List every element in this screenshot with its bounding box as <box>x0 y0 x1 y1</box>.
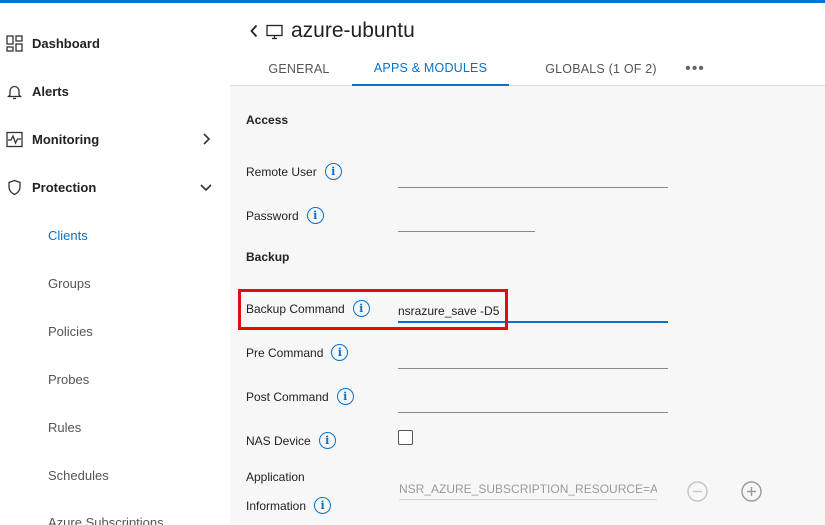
computer-icon <box>265 23 283 41</box>
info-icon[interactable]: i <box>318 432 336 449</box>
sidebar: Dashboard Alerts Monitoring Protection C… <box>0 3 230 525</box>
sidebar-subitem-rules[interactable]: Rules <box>0 407 230 447</box>
sidebar-item-label: Protection <box>32 179 97 195</box>
nas-device-label-text: NAS Device <box>246 433 311 448</box>
chevron-right-icon[interactable] <box>199 132 213 146</box>
pre-command-label-text: Pre Command <box>246 345 324 360</box>
sidebar-item-alerts[interactable]: Alerts <box>0 71 230 111</box>
add-entry-button[interactable] <box>741 481 762 502</box>
sidebar-subitem-label: Azure Subscriptions <box>48 514 164 525</box>
sidebar-subitem-groups[interactable]: Groups <box>0 263 230 303</box>
page-header: azure-ubuntu GENERAL APPS & MODULES GLOB… <box>230 3 825 86</box>
tab-label: APPS & MODULES <box>373 60 488 75</box>
remote-user-label: Remote User i <box>246 163 342 180</box>
application-information-field[interactable] <box>399 478 657 500</box>
sidebar-subitem-label: Policies <box>48 323 93 339</box>
sidebar-item-label: Dashboard <box>32 35 100 51</box>
main-panel: azure-ubuntu GENERAL APPS & MODULES GLOB… <box>230 3 825 525</box>
backup-command-highlight-box <box>238 289 508 330</box>
section-access-heading: Access <box>246 113 289 127</box>
nas-device-label: NAS Device i <box>246 432 336 449</box>
sidebar-subitem-label: Schedules <box>48 467 109 483</box>
post-command-field[interactable] <box>398 391 668 413</box>
tab-apps-modules[interactable]: APPS & MODULES <box>352 51 509 86</box>
info-icon[interactable]: i <box>306 207 324 224</box>
sidebar-subitem-label: Rules <box>48 419 82 435</box>
post-command-label-text: Post Command <box>246 389 329 404</box>
password-label-text: Password <box>246 208 299 223</box>
more-icon: ••• <box>685 59 705 77</box>
remote-user-label-text: Remote User <box>246 164 317 179</box>
tab-label: GLOBALS (1 OF 2) <box>545 61 657 76</box>
section-backup-heading: Backup <box>246 250 290 264</box>
sidebar-item-dashboard[interactable]: Dashboard <box>0 23 230 63</box>
activity-icon <box>5 130 23 148</box>
sidebar-subitem-probes[interactable]: Probes <box>0 359 230 399</box>
remote-user-field[interactable] <box>398 166 668 188</box>
information-label-text: Information <box>246 498 307 513</box>
sidebar-subitem-label: Groups <box>48 275 91 291</box>
tab-label: GENERAL <box>268 61 330 76</box>
bell-icon <box>5 82 23 100</box>
sidebar-item-monitoring[interactable]: Monitoring <box>0 119 230 159</box>
shield-icon <box>5 178 23 196</box>
info-icon[interactable]: i <box>331 344 349 361</box>
info-icon[interactable]: i <box>324 163 342 180</box>
application-label-text: Application <box>246 470 305 484</box>
nas-device-checkbox[interactable] <box>398 430 413 445</box>
pre-command-field[interactable] <box>398 347 668 369</box>
tab-general[interactable]: GENERAL <box>244 51 354 86</box>
password-label: Password i <box>246 207 324 224</box>
page-title: azure-ubuntu <box>291 19 415 42</box>
sidebar-subitem-azure-subscriptions[interactable]: Azure Subscriptions <box>0 502 230 525</box>
info-icon[interactable]: i <box>314 497 332 514</box>
application-information-label-line1: Application <box>246 470 305 484</box>
sidebar-subitem-label: Clients <box>48 227 88 243</box>
back-chevron-icon[interactable] <box>247 23 261 39</box>
sidebar-item-protection[interactable]: Protection <box>0 167 230 207</box>
info-icon[interactable]: i <box>336 388 354 405</box>
pre-command-label: Pre Command i <box>246 344 349 361</box>
chevron-down-icon[interactable] <box>199 180 213 194</box>
sidebar-subitem-policies[interactable]: Policies <box>0 311 230 351</box>
sidebar-subitem-clients[interactable]: Clients <box>0 215 230 255</box>
remove-entry-button[interactable] <box>687 481 708 502</box>
sidebar-item-label: Monitoring <box>32 131 100 147</box>
application-information-label-line2: Information i <box>246 497 332 514</box>
sidebar-subitem-label: Probes <box>48 371 90 387</box>
grid-icon <box>5 34 23 52</box>
tab-more-menu[interactable]: ••• <box>675 51 715 86</box>
sidebar-subitem-schedules[interactable]: Schedules <box>0 455 230 495</box>
password-field[interactable] <box>398 210 535 232</box>
sidebar-item-label: Alerts <box>32 83 69 99</box>
post-command-label: Post Command i <box>246 388 354 405</box>
tab-globals[interactable]: GLOBALS (1 OF 2) <box>509 51 693 86</box>
